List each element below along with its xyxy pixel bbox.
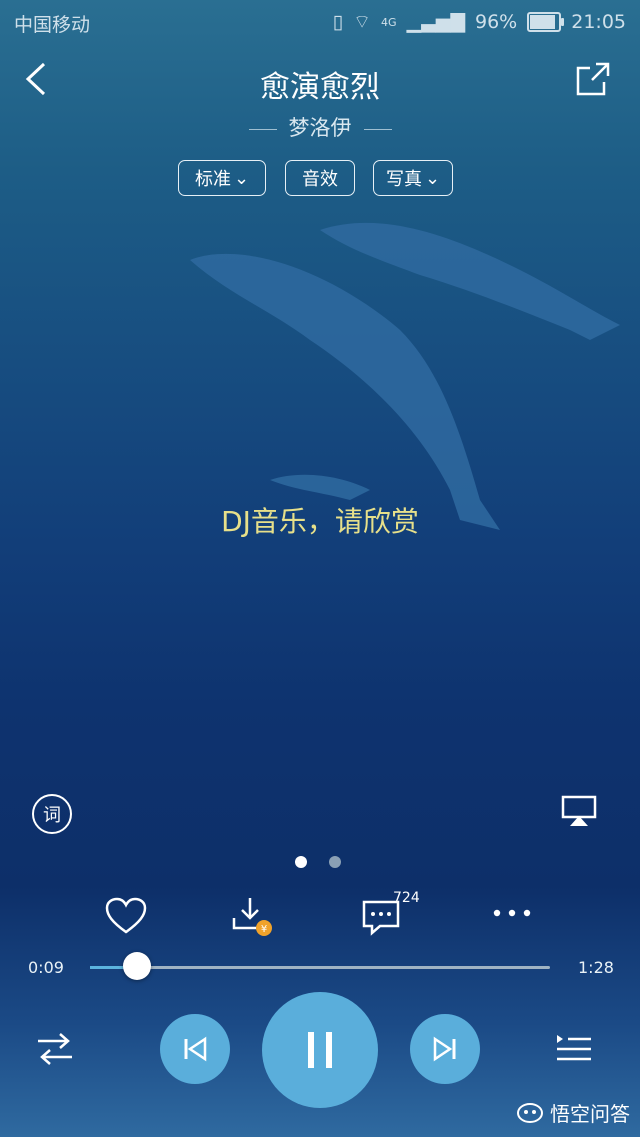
playlist-button[interactable] <box>554 1032 594 1066</box>
current-lyric[interactable]: DJ音乐，请欣赏 <box>0 500 640 540</box>
more-icon <box>493 909 531 917</box>
next-button[interactable] <box>410 1014 480 1084</box>
photo-label: 写真 <box>385 169 422 190</box>
wukong-logo-icon <box>517 1102 543 1123</box>
progress-track[interactable] <box>90 966 550 969</box>
previous-icon <box>184 1036 207 1062</box>
signal-icon: ▁▃▅▇ <box>406 11 465 33</box>
previous-button[interactable] <box>160 1014 230 1084</box>
effect-label: 音效 <box>302 169 338 190</box>
pager-dot-active[interactable] <box>295 856 307 868</box>
status-right: ▯ ⌔ 4G ▁▃▅▇ 96% 21:05 <box>333 10 626 34</box>
cast-button[interactable] <box>560 794 598 828</box>
battery-icon <box>527 12 565 32</box>
airplay-icon <box>561 795 597 826</box>
share-icon <box>576 62 610 96</box>
vibrate-icon: ▯ <box>332 11 344 33</box>
photo-dropdown[interactable]: 写真 ⌄ <box>373 160 453 196</box>
lyrics-icon: 词 <box>43 805 61 826</box>
divider-right <box>363 128 392 130</box>
playlist-icon <box>557 1035 591 1061</box>
more-button[interactable] <box>492 905 532 921</box>
song-title: 愈演愈烈 <box>260 70 380 105</box>
share-button[interactable] <box>574 60 612 98</box>
clock: 21:05 <box>571 11 626 33</box>
chevron-down-icon: ⌄ <box>233 167 250 189</box>
divider-left <box>248 128 277 130</box>
chevron-down-icon: ⌄ <box>424 167 441 189</box>
pager-dot[interactable] <box>329 856 341 868</box>
network-label: 4G <box>381 15 397 29</box>
comment-count: 724 <box>393 890 420 906</box>
play-mode-button[interactable] <box>36 1032 74 1066</box>
quality-dropdown[interactable]: 标准 ⌄ <box>178 160 266 196</box>
quality-label: 标准 <box>194 169 231 190</box>
total-time: 1:28 <box>578 958 614 977</box>
watermark-text: 悟空问答 <box>550 1102 630 1126</box>
play-pause-button[interactable] <box>262 992 378 1108</box>
artist-row[interactable]: 梦洛伊 <box>0 112 640 142</box>
svg-text:¥: ¥ <box>261 924 267 935</box>
carrier-label: 中国移动 <box>14 14 91 36</box>
artist-name: 梦洛伊 <box>288 116 352 140</box>
pause-icon <box>308 1032 332 1068</box>
download-icon: ¥ <box>232 898 272 936</box>
progress-knob[interactable] <box>122 952 151 980</box>
lyrics-button[interactable]: 词 <box>32 794 72 834</box>
download-button[interactable]: ¥ <box>230 894 274 938</box>
effect-button[interactable]: 音效 <box>285 160 355 196</box>
heart-icon <box>105 897 147 934</box>
current-time: 0:09 <box>28 958 64 977</box>
like-button[interactable] <box>104 896 148 936</box>
next-icon <box>433 1036 456 1062</box>
battery-percent: 96% <box>475 11 518 33</box>
shuffle-icon <box>38 1033 72 1065</box>
status-bar: 中国移动 ▯ ⌔ 4G ▁▃▅▇ 96% 21:05 <box>0 0 640 44</box>
watermark: 悟空问答 <box>516 1098 630 1127</box>
wifi-icon: ⌔ <box>353 11 372 33</box>
